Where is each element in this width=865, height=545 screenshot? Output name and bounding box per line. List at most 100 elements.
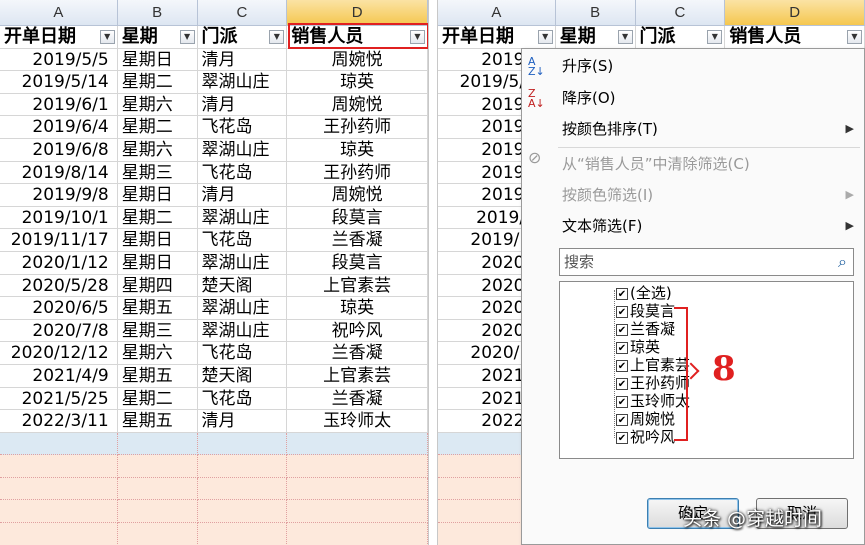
header-cell[interactable]: 开单日期 ▼ [438, 26, 556, 49]
empty-cell[interactable] [197, 500, 288, 524]
table-cell[interactable]: 2020/12/12 [0, 342, 118, 365]
table-cell[interactable]: 王孙药师 [287, 116, 428, 139]
table-cell[interactable]: 星期日 [117, 48, 198, 72]
table-cell[interactable]: 星期二 [117, 206, 198, 230]
empty-cell[interactable] [117, 455, 198, 478]
menu-sort-descending[interactable]: Z A↓ 降序(O) [522, 85, 864, 111]
menu-clear-filter[interactable]: ⊘ 从“销售人员”中清除筛选(C) [522, 150, 864, 177]
table-cell[interactable]: 2021/4/9 [0, 364, 118, 388]
table-cell[interactable]: 星期三 [117, 161, 198, 185]
table-cell[interactable]: 琼英 [287, 71, 428, 94]
table-cell[interactable]: 周婉悦 [287, 184, 428, 207]
empty-cell[interactable] [117, 500, 198, 524]
table-cell[interactable]: 翠湖山庄 [197, 319, 288, 343]
table-cell[interactable]: 2019/6/4 [0, 116, 118, 139]
checkbox-select-all[interactable]: ✔ (全选) [616, 284, 672, 302]
table-cell[interactable]: 2019/10/1 [0, 206, 118, 230]
table-cell[interactable]: 周婉悦 [287, 93, 428, 117]
header-cell[interactable]: 门派 ▼ [197, 26, 288, 49]
empty-cell[interactable] [287, 432, 428, 456]
table-cell[interactable]: 2020/7/8 [0, 319, 118, 343]
header-cell[interactable]: 开单日期 ▼ [0, 26, 118, 49]
table-cell[interactable]: 兰香凝 [287, 229, 428, 252]
empty-cell[interactable] [0, 477, 118, 501]
table-cell[interactable]: 星期日 [117, 184, 198, 207]
table-cell[interactable]: 翠湖山庄 [197, 297, 288, 320]
table-cell[interactable]: 星期二 [117, 116, 198, 139]
table-cell[interactable]: 翠湖山庄 [197, 206, 288, 230]
menu-sort-by-color[interactable]: 按颜色排序(T) ▶ [522, 116, 864, 142]
table-cell[interactable]: 星期三 [117, 319, 198, 343]
table-cell[interactable]: 星期五 [117, 364, 198, 388]
table-cell[interactable]: 琼英 [287, 297, 428, 320]
table-cell[interactable]: 飞花岛 [197, 161, 288, 185]
table-cell[interactable]: 上官素芸 [287, 364, 428, 388]
filter-dropdown-button[interactable]: ▼ [537, 30, 553, 44]
empty-cell[interactable] [287, 477, 428, 501]
table-cell[interactable]: 星期四 [117, 274, 198, 298]
table-cell[interactable]: 星期二 [117, 71, 198, 94]
header-cell[interactable]: 星期 ▼ [117, 26, 198, 49]
column-header-a[interactable]: A [438, 0, 556, 26]
table-cell[interactable]: 2019/8/14 [0, 161, 118, 185]
table-cell[interactable]: 清月 [197, 93, 288, 117]
table-cell[interactable]: 飞花岛 [197, 387, 288, 411]
empty-cell[interactable] [0, 455, 118, 478]
table-cell[interactable]: 2021/5/25 [0, 387, 118, 411]
table-cell[interactable]: 2019/9/8 [0, 184, 118, 207]
table-cell[interactable]: 2020/6/5 [0, 297, 118, 320]
checkbox-item[interactable]: ✔ 周婉悦 [616, 410, 675, 428]
checkbox-item[interactable]: ✔ 兰香凝 [616, 320, 675, 338]
checkbox-item[interactable]: ✔ 祝吟风 [616, 428, 675, 446]
menu-filter-by-color[interactable]: 按颜色筛选(I) ▶ [522, 182, 864, 208]
filter-dropdown-button[interactable]: ▼ [847, 30, 862, 44]
table-cell[interactable]: 楚天阁 [197, 274, 288, 298]
empty-cell[interactable] [0, 500, 118, 524]
table-cell[interactable]: 飞花岛 [197, 342, 288, 365]
column-header-a[interactable]: A [0, 0, 118, 26]
menu-text-filter[interactable]: 文本筛选(F) ▶ [522, 213, 864, 239]
filter-dropdown-button[interactable]: ▼ [617, 30, 633, 44]
empty-cell[interactable] [197, 523, 288, 545]
table-cell[interactable]: 星期六 [117, 342, 198, 365]
filter-dropdown-button[interactable]: ▼ [707, 30, 723, 44]
table-cell[interactable]: 翠湖山庄 [197, 138, 288, 162]
table-cell[interactable]: 段莫言 [287, 251, 428, 275]
checkbox-item[interactable]: ✔ 琼英 [616, 338, 660, 356]
table-cell[interactable]: 2019/6/1 [0, 93, 118, 117]
table-cell[interactable]: 2019/5/5 [0, 48, 118, 72]
table-cell[interactable]: 翠湖山庄 [197, 71, 288, 94]
table-cell[interactable]: 星期六 [117, 93, 198, 117]
table-cell[interactable]: 段莫言 [287, 206, 428, 230]
table-cell[interactable]: 2019/11/17 [0, 229, 118, 252]
table-cell[interactable]: 2020/1/12 [0, 251, 118, 275]
table-cell[interactable]: 2020/5/28 [0, 274, 118, 298]
table-cell[interactable]: 上官素芸 [287, 274, 428, 298]
table-cell[interactable]: 王孙药师 [287, 161, 428, 185]
table-cell[interactable]: 2019/6/8 [0, 138, 118, 162]
empty-cell[interactable] [0, 523, 118, 545]
table-cell[interactable]: 翠湖山庄 [197, 251, 288, 275]
table-cell[interactable]: 清月 [197, 184, 288, 207]
column-header-d[interactable]: D [725, 0, 865, 26]
table-cell[interactable]: 兰香凝 [287, 342, 428, 365]
table-cell[interactable]: 清月 [197, 48, 288, 72]
table-cell[interactable]: 星期二 [117, 387, 198, 411]
table-cell[interactable]: 兰香凝 [287, 387, 428, 411]
empty-cell[interactable] [287, 523, 428, 545]
table-cell[interactable]: 星期六 [117, 138, 198, 162]
table-cell[interactable]: 周婉悦 [287, 48, 428, 72]
search-input[interactable]: 搜索 ⌕ [559, 248, 854, 276]
header-cell[interactable]: 门派 ▼ [635, 26, 726, 49]
table-cell[interactable]: 清月 [197, 410, 288, 433]
empty-cell[interactable] [117, 432, 198, 456]
table-cell[interactable]: 2022/3/11 [0, 410, 118, 433]
table-cell[interactable]: 星期五 [117, 297, 198, 320]
empty-cell[interactable] [287, 455, 428, 478]
table-cell[interactable]: 星期日 [117, 251, 198, 275]
empty-cell[interactable] [197, 455, 288, 478]
empty-cell[interactable] [0, 432, 118, 456]
menu-sort-ascending[interactable]: A Z↓ 升序(S) [522, 53, 864, 79]
column-header-b[interactable]: B [555, 0, 636, 26]
table-cell[interactable]: 楚天阁 [197, 364, 288, 388]
